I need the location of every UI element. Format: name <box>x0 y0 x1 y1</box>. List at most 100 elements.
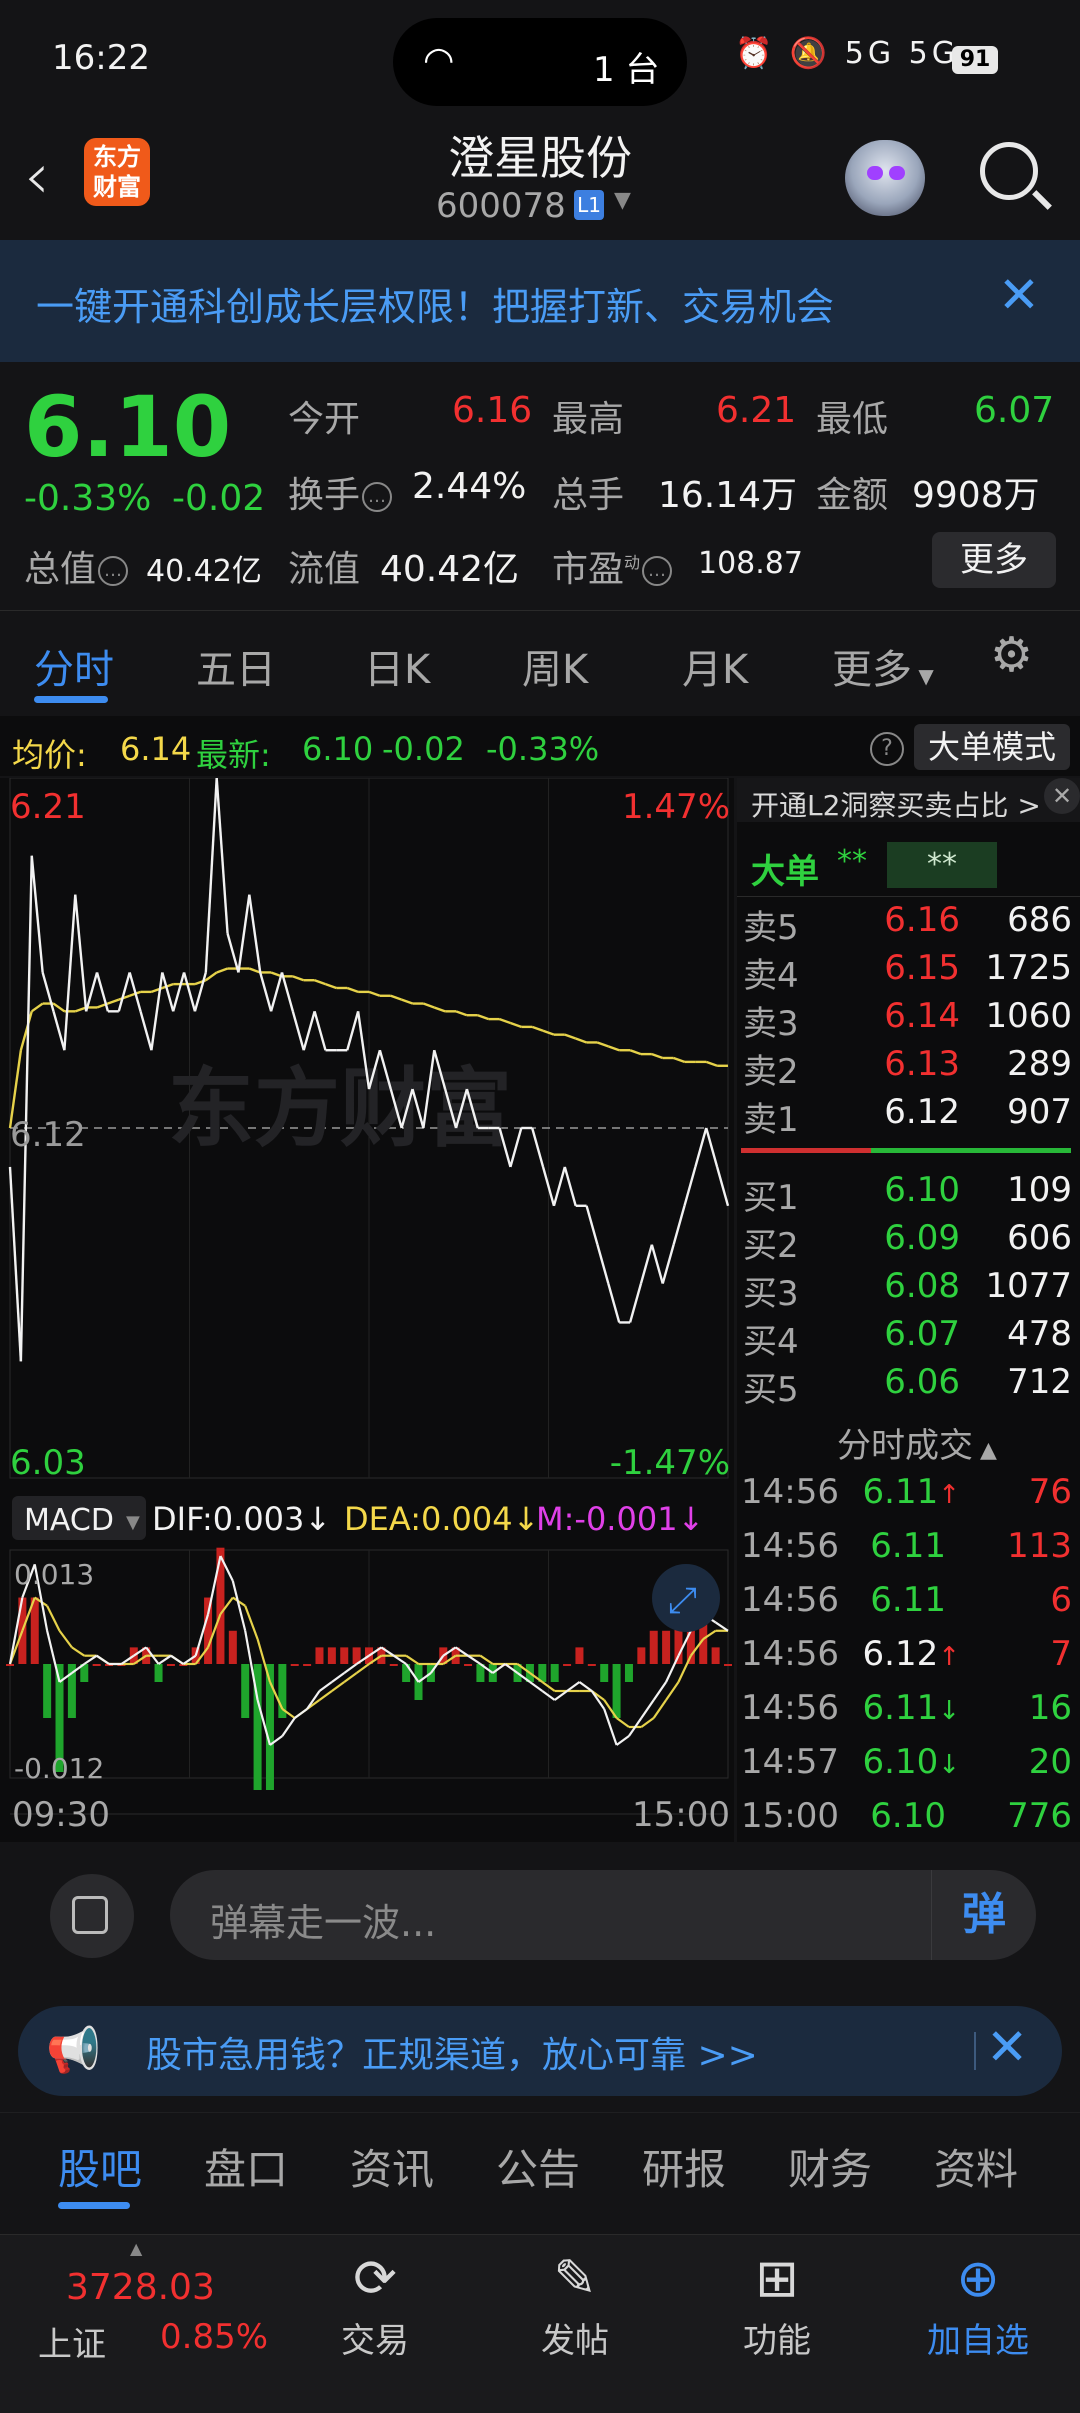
ticks-title[interactable]: 分时成交 ▲ <box>837 1418 997 1467</box>
change-percent: -0.33% <box>24 478 152 519</box>
danmu-settings-icon[interactable] <box>50 1874 134 1958</box>
ask-volume: 686 <box>1007 900 1072 940</box>
macd-selector-caret: ▼ <box>126 1512 140 1533</box>
tab-forum[interactable]: 股吧 <box>58 2136 142 2197</box>
dif-segment <box>331 1672 345 1683</box>
price-segment <box>8 1166 23 1362</box>
bid-row: 买1 6.10 109 <box>737 1170 1080 1218</box>
info-icon[interactable]: … <box>98 556 129 586</box>
search-icon[interactable] <box>980 142 1038 200</box>
bid-row: 买4 6.07 478 <box>737 1314 1080 1362</box>
dea-segment <box>71 1646 85 1657</box>
tick-price: 6.11↑ <box>863 1472 961 1512</box>
tab-intraday[interactable]: 分时 <box>34 637 114 695</box>
tab-profile[interactable]: 资料 <box>934 2136 1018 2197</box>
dif-segment <box>83 1654 98 1665</box>
close-icon[interactable]: ✕ <box>1044 778 1080 814</box>
avg-price-segment <box>19 1011 33 1051</box>
low-value: 6.07 <box>974 390 1055 431</box>
more-button[interactable]: 更多 <box>932 532 1056 588</box>
avg-price-segment <box>368 990 381 997</box>
tab-news[interactable]: 资讯 <box>350 2136 434 2197</box>
settings-gear-icon[interactable]: ⚙ <box>990 627 1033 683</box>
help-icon[interactable]: ? <box>870 732 904 766</box>
ask-label: 卖1 <box>743 1100 799 1140</box>
tab-monthly-k[interactable]: 月K <box>682 637 748 695</box>
l2-link[interactable]: 开通L2洞察买卖占比 > <box>751 784 1041 824</box>
loan-ad-banner[interactable]: 📢 股市急用钱？正规渠道，放心可靠 >> ✕ <box>18 2006 1062 2096</box>
big-order-mode-button[interactable]: 大单模式 <box>914 724 1070 770</box>
dea-segment <box>331 1681 345 1692</box>
macd-bar <box>389 1664 398 1666</box>
macd-bar <box>6 1664 14 1666</box>
tab-quote-panel[interactable]: 盘口 <box>204 2136 288 2197</box>
chevron-down-icon[interactable]: ▼ <box>614 188 631 213</box>
intraday-chart[interactable]: 东方财富 6.21 6.12 6.03 1.47% -1.47% MACD ▼ … <box>0 777 734 1842</box>
avg-price-segment <box>52 1002 66 1013</box>
tab-daily-k[interactable]: 日K <box>364 637 430 695</box>
functions-button[interactable]: ⊞ 功能 <box>722 2249 832 2362</box>
ask-row: 卖3 6.14 1060 <box>737 996 1080 1044</box>
tab-announcements[interactable]: 公告 <box>496 2136 580 2197</box>
close-icon[interactable]: ✕ <box>986 2018 1028 2076</box>
tick-price-value: 6.11 <box>870 1526 946 1566</box>
dif-segment <box>652 1681 668 1701</box>
danmu-input[interactable]: 弹幕走一波... 弹 <box>170 1870 1036 1960</box>
l2-link-row[interactable]: 开通L2洞察买卖占比 > ✕ <box>737 778 1080 822</box>
active-tab-indicator <box>58 2202 130 2209</box>
turnover-label: 换手… <box>288 466 393 518</box>
tick-time: 14:56 <box>741 1526 839 1566</box>
compose-button[interactable]: ✎ 发帖 <box>520 2249 630 2362</box>
tab-more-label: 更多 <box>832 647 912 693</box>
bid-label: 买3 <box>743 1274 799 1314</box>
tick-volume: 6 <box>1050 1580 1072 1620</box>
tab-research[interactable]: 研报 <box>642 2136 726 2197</box>
dif-segment <box>343 1663 358 1674</box>
price-segment <box>30 855 44 973</box>
add-watchlist-button[interactable]: ⊕ 加自选 <box>908 2249 1048 2362</box>
tab-weekly-k[interactable]: 周K <box>522 637 588 695</box>
tab-more[interactable]: 更多 ▼ <box>832 637 934 695</box>
info-icon[interactable]: … <box>642 556 673 586</box>
index-value[interactable]: 3728.03 <box>66 2267 215 2308</box>
ticks-title-text: 分时成交 <box>837 1426 973 1466</box>
avg-label: 均价: <box>12 736 87 774</box>
macd-bar <box>662 1630 671 1664</box>
pe-value: 108.87 <box>698 546 803 581</box>
close-icon[interactable]: ✕ <box>998 266 1040 324</box>
price-segment <box>41 972 55 1012</box>
tick-row: 15:00 6.10 776 <box>737 1796 1080 1842</box>
assistant-robot-icon[interactable] <box>845 140 925 216</box>
price-segment <box>161 972 175 1012</box>
island-count: 1 台 <box>593 50 660 90</box>
bid-label: 买1 <box>743 1178 799 1218</box>
stock-code[interactable]: 600078 <box>436 186 566 226</box>
dif-segment <box>554 1690 568 1701</box>
tab-five-day[interactable]: 五日 <box>196 637 276 695</box>
bid-row: 买3 6.08 1077 <box>737 1266 1080 1314</box>
avg-price-segment <box>74 1006 87 1013</box>
level-badge: L1 <box>574 190 604 220</box>
info-icon[interactable]: … <box>362 482 393 512</box>
ask-row: 卖4 6.15 1725 <box>737 948 1080 996</box>
macd-m: M:-0.001↓ <box>536 1500 704 1538</box>
bid-price: 6.10 <box>884 1170 960 1210</box>
macd-bar <box>711 1647 720 1664</box>
change-amount: -0.02 <box>172 478 266 519</box>
promo-banner[interactable]: 一键开通科创成长层权限！把握打新、交易机会 ✕ <box>0 240 1080 362</box>
avg-price-segment <box>292 975 305 982</box>
amount-value: 9908万 <box>912 475 1040 516</box>
trade-button[interactable]: ⟳ 交易 <box>320 2249 430 2362</box>
dif-segment <box>467 1654 482 1665</box>
tab-finance[interactable]: 财务 <box>788 2136 872 2197</box>
price-segment <box>628 1283 643 1323</box>
danmu-send-button[interactable]: 弹 <box>931 1870 1036 1960</box>
macd-bar <box>563 1664 572 1666</box>
time-start: 09:30 <box>12 1795 110 1835</box>
float-cap-value: 40.42亿 <box>380 549 520 590</box>
tick-row: 14:56 6.11 6 <box>737 1580 1080 1626</box>
price-segment <box>585 1205 599 1245</box>
avg-price-segment <box>31 1002 44 1013</box>
avg-price-segment <box>455 1010 468 1017</box>
avg-price-segment <box>575 1037 587 1044</box>
